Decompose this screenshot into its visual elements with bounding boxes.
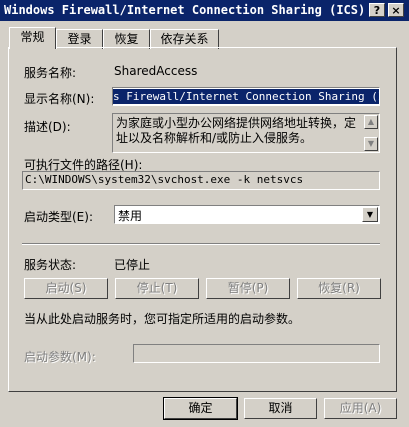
description-text: 为家庭或小型办公网络提供网络地址转换，定址以及名称解析和/或防止入侵服务。 — [116, 116, 357, 145]
window-title: Windows Firewall/Internet Connection Sha… — [4, 3, 366, 17]
stop-service-button[interactable]: 停止(T) — [115, 278, 199, 299]
start-params-hint: 当从此处启动服务时，您可指定所适用的启动参数。 — [24, 312, 301, 326]
chevron-down-icon[interactable]: ▼ — [362, 207, 378, 222]
pause-service-button[interactable]: 暂停(P) — [206, 278, 290, 299]
help-button[interactable]: ? — [369, 3, 385, 17]
tab-general[interactable]: 常规 — [9, 27, 56, 49]
service-status-value: 已停止 — [114, 258, 151, 272]
scroll-up-arrow-icon[interactable]: ▲ — [364, 115, 378, 129]
service-status-label: 服务状态: — [24, 258, 77, 272]
close-button[interactable]: × — [388, 3, 404, 17]
resume-service-button[interactable]: 恢复(R) — [297, 278, 381, 299]
startup-type-select[interactable]: 禁用 ▼ — [114, 205, 380, 224]
start-params-input[interactable] — [133, 344, 380, 363]
service-name-value: SharedAccess — [114, 64, 198, 78]
tab-logon[interactable]: 登录 — [56, 29, 103, 49]
ok-button[interactable]: 确定 — [163, 397, 238, 420]
exec-path-field[interactable]: C:\WINDOWS\system32\svchost.exe -k netsv… — [22, 171, 380, 190]
startup-type-label: 启动类型(E): — [24, 210, 93, 224]
tab-dependencies[interactable]: 依存关系 — [150, 29, 219, 49]
apply-button[interactable]: 应用(A) — [324, 398, 397, 419]
scroll-down-arrow-icon[interactable]: ▼ — [364, 137, 378, 151]
display-name-field[interactable]: s Firewall/Internet Connection Sharing (… — [112, 87, 380, 106]
display-name-value: s Firewall/Internet Connection Sharing (… — [113, 89, 379, 104]
divider — [22, 243, 380, 245]
exec-path-value: C:\WINDOWS\system32\svchost.exe -k netsv… — [25, 173, 304, 186]
start-service-button[interactable]: 启动(S) — [24, 278, 108, 299]
title-bar[interactable]: Windows Firewall/Internet Connection Sha… — [0, 0, 409, 21]
description-label: 描述(D): — [24, 120, 71, 134]
service-name-label: 服务名称: — [24, 66, 77, 80]
tab-recovery[interactable]: 恢复 — [103, 29, 150, 49]
description-box[interactable]: 为家庭或小型办公网络提供网络地址转换，定址以及名称解析和/或防止入侵服务。 ▲ … — [112, 113, 380, 153]
startup-type-value: 禁用 — [118, 209, 143, 223]
cancel-button[interactable]: 取消 — [244, 398, 317, 419]
service-properties-dialog: Windows Firewall/Internet Connection Sha… — [0, 0, 409, 427]
display-name-label: 显示名称(N): — [24, 92, 95, 106]
start-params-label: 启动参数(M): — [24, 350, 96, 364]
